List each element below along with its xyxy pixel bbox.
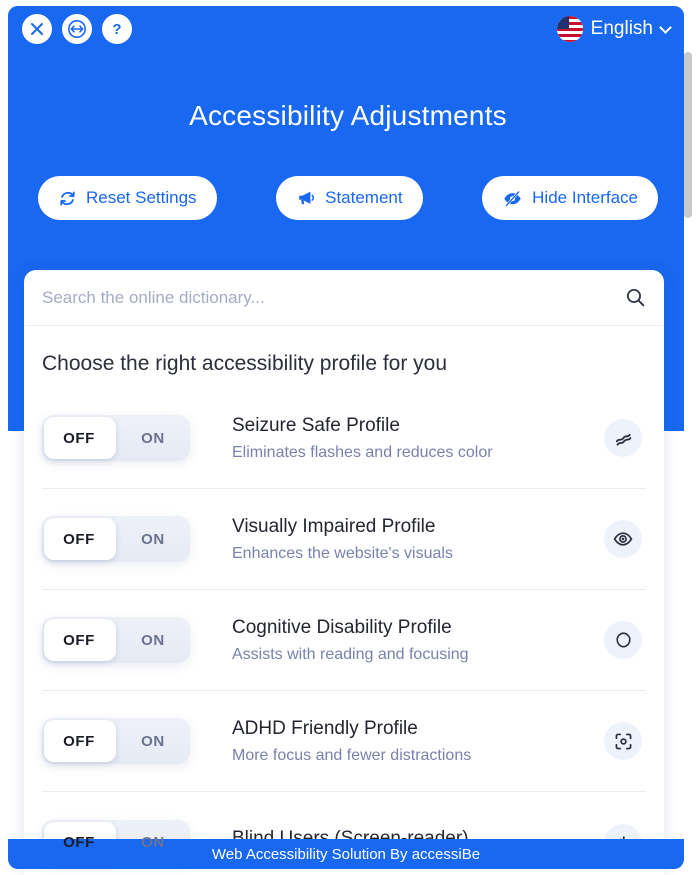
hide-interface-label: Hide Interface [532, 188, 638, 207]
question-mark-icon: ? [112, 21, 121, 38]
toggle-on-label[interactable]: ON [116, 430, 190, 447]
profile-description: Eliminates flashes and reduces color [232, 443, 493, 461]
profile-list: OFF ON Seizure Safe Profile Eliminates f… [24, 388, 664, 875]
toggle-on-label[interactable]: ON [116, 531, 190, 548]
reset-settings-label: Reset Settings [86, 188, 197, 207]
toggle-on-label[interactable]: ON [116, 733, 190, 750]
profile-name: Seizure Safe Profile [232, 414, 400, 436]
profile-text: Cognitive Disability Profile Assists wit… [190, 617, 604, 664]
profile-text: ADHD Friendly Profile More focus and few… [190, 718, 604, 765]
eye-off-icon [504, 190, 521, 207]
us-flag-icon [556, 16, 583, 42]
widget-topbar: ? English [8, 6, 684, 52]
language-label: English [590, 18, 653, 39]
profile-description: Assists with reading and focusing [232, 645, 469, 663]
profile-text: Seizure Safe Profile Eliminates flashes … [190, 415, 604, 462]
profile-text: Visually Impaired Profile Enhances the w… [190, 516, 604, 563]
profile-name: Cognitive Disability Profile [232, 616, 452, 638]
profiles-card: Choose the right accessibility profile f… [24, 270, 664, 875]
toggle-seizure-safe[interactable]: OFF ON [42, 415, 190, 461]
profile-row-seizure-safe: OFF ON Seizure Safe Profile Eliminates f… [42, 388, 646, 489]
eye-icon [604, 520, 642, 558]
scrollbar-thumb[interactable] [684, 52, 692, 218]
toggle-off-label[interactable]: OFF [42, 632, 116, 649]
brain-outline-icon [604, 621, 642, 659]
page-title: Accessibility Adjustments [189, 100, 507, 131]
card-heading: Choose the right accessibility profile f… [42, 352, 448, 375]
profile-name: ADHD Friendly Profile [232, 717, 418, 739]
close-icon [31, 23, 43, 35]
footer-label: Web Accessibility Solution By accessiBe [211, 845, 481, 863]
action-buttons: Reset Settings Statement Hide Interface [38, 176, 658, 220]
reset-settings-button[interactable]: Reset Settings [38, 176, 217, 220]
profile-row-visually-impaired: OFF ON Visually Impaired Profile Enhance… [42, 489, 646, 590]
profile-row-cognitive-disability: OFF ON Cognitive Disability Profile Assi… [42, 590, 646, 691]
chevron-down-icon [659, 20, 672, 34]
statement-label: Statement [325, 188, 403, 207]
toggle-off-label[interactable]: OFF [42, 834, 116, 851]
hide-interface-button[interactable]: Hide Interface [482, 176, 658, 220]
toggle-visually-impaired[interactable]: OFF ON [42, 516, 190, 562]
focus-scan-icon [604, 722, 642, 760]
search-icon[interactable] [625, 287, 646, 308]
toggle-off-label[interactable]: OFF [42, 733, 116, 750]
statement-button[interactable]: Statement [276, 176, 423, 220]
close-button[interactable] [22, 14, 52, 44]
search-input[interactable] [42, 287, 625, 308]
language-selector[interactable]: English [556, 16, 672, 42]
megaphone-icon [299, 191, 315, 205]
toggle-adhd-friendly[interactable]: OFF ON [42, 718, 190, 764]
profile-description: Enhances the website's visuals [232, 544, 453, 562]
resize-button[interactable] [62, 14, 92, 44]
resize-horizontal-icon [68, 20, 86, 38]
toggle-on-label[interactable]: ON [116, 632, 190, 649]
toggle-cognitive-disability[interactable]: OFF ON [42, 617, 190, 663]
toggle-off-label[interactable]: OFF [42, 531, 116, 548]
accessibility-widget: ? English Accessibility Adjustments Rese… [0, 0, 696, 875]
profile-description: More focus and fewer distractions [232, 746, 472, 764]
search-row [24, 270, 664, 326]
svg-text:?: ? [112, 21, 121, 38]
help-button[interactable]: ? [102, 14, 132, 44]
toggle-off-label[interactable]: OFF [42, 430, 116, 447]
profile-row-adhd-friendly: OFF ON ADHD Friendly Profile More focus … [42, 691, 646, 792]
toggle-on-label[interactable]: ON [116, 834, 190, 851]
reset-icon [60, 191, 75, 205]
profile-name: Visually Impaired Profile [232, 515, 436, 537]
waves-icon [604, 419, 642, 457]
